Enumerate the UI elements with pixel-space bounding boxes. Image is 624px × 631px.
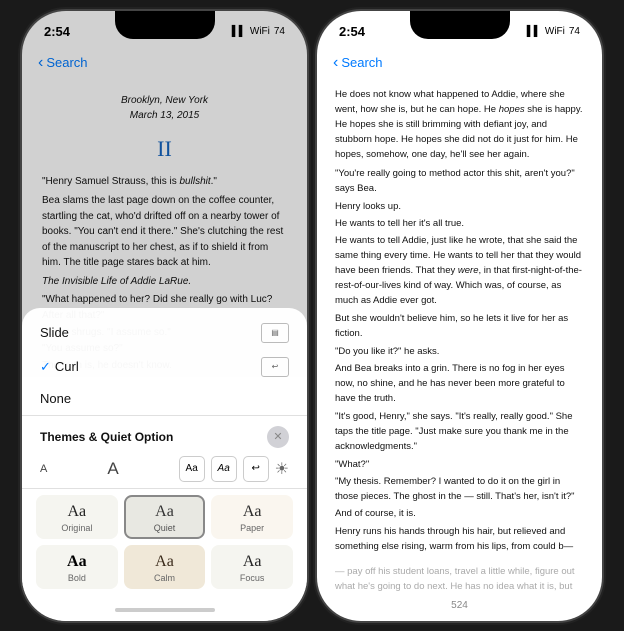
theme-quiet-card[interactable]: Aa Quiet — [124, 495, 206, 539]
right-para-7: "Do you like it?" he asks. — [335, 344, 584, 359]
right-phone: 2:54 ▌▌ WiFi 74 ‹ Search He does not kno… — [317, 11, 602, 621]
para-2: Bea slams the last page down on the coff… — [42, 193, 287, 271]
curl-label: Curl — [55, 359, 261, 374]
back-button-left[interactable]: ‹ Search — [38, 54, 88, 72]
back-arrow-icon: ‹ — [38, 54, 43, 72]
status-icons-right: ▌▌ WiFi 74 — [527, 26, 580, 37]
transition-slide[interactable]: Slide ▤ — [22, 316, 307, 350]
time-left: 2:54 — [44, 24, 70, 39]
theme-focus-aa: Aa — [243, 553, 262, 571]
para-3: The Invisible Life of Addie LaRue. — [42, 274, 287, 290]
theme-paper-aa: Aa — [243, 503, 262, 521]
curl-icon: ↩ — [261, 357, 289, 377]
transition-menu: Slide ▤ ✓ Curl ↩ None — [22, 308, 307, 416]
check-icon: ✓ — [40, 359, 51, 375]
font-type-icon-1[interactable]: Aa — [179, 456, 205, 482]
right-para-4: He wants to tell her it's all true. — [335, 216, 584, 231]
theme-original-card[interactable]: Aa Original — [36, 495, 118, 539]
themes-header: Themes & Quiet Option ✕ — [22, 422, 307, 452]
themes-label: Themes & Quiet Option — [40, 430, 173, 444]
battery-icon: 74 — [274, 26, 285, 37]
back-button-right[interactable]: ‹ Search — [333, 54, 383, 72]
theme-bold-aa: Aa — [67, 553, 87, 571]
book-header: Brooklyn, New York March 13, 2015 — [42, 93, 287, 123]
theme-original-name: Original — [61, 523, 92, 533]
theme-paper-name: Paper — [240, 523, 264, 533]
home-indicator-left — [22, 599, 307, 621]
slide-label: Slide — [40, 325, 261, 340]
location-line1: Brooklyn, New York — [42, 93, 287, 108]
theme-focus-card[interactable]: Aa Focus — [211, 545, 293, 589]
overlay-panel: Slide ▤ ✓ Curl ↩ None Themes & Quiet Opt… — [22, 308, 307, 621]
para-1: "Henry Samuel Strauss, this is bullshit.… — [42, 174, 287, 190]
chapter-number: II — [42, 131, 287, 166]
theme-focus-name: Focus — [240, 573, 265, 583]
theme-grid: Aa Original Aa Quiet Aa Paper — [22, 489, 307, 599]
status-bar-right: 2:54 ▌▌ WiFi 74 — [317, 11, 602, 47]
right-para-13: Henry runs his hands through his hair, b… — [335, 524, 584, 554]
battery-icon-right: 74 — [569, 26, 580, 37]
font-type-icon-2[interactable]: Aa — [211, 456, 237, 482]
right-para-10: "What?" — [335, 457, 584, 472]
right-para-9: "It's good, Henry," she says. "It's real… — [335, 409, 584, 454]
nav-bar-left[interactable]: ‹ Search — [22, 47, 307, 83]
theme-original-aa: Aa — [68, 503, 87, 521]
right-para-3: Henry looks up. — [335, 199, 584, 214]
wifi-icon-right: WiFi — [545, 26, 565, 37]
right-faded-1: — pay off his student loans, travel a li… — [335, 564, 584, 597]
time-right: 2:54 — [339, 24, 365, 39]
right-para-12: And of course, it is. — [335, 506, 584, 521]
right-para-2: "You're really going to method actor thi… — [335, 166, 584, 196]
book-content-right: He does not know what happened to Addie,… — [317, 83, 602, 597]
right-para-8: And Bea breaks into a grin. There is no … — [335, 361, 584, 406]
left-phone: 2:54 ▌▌ WiFi 74 ‹ Search Brooklyn, New Y… — [22, 11, 307, 621]
right-para-11: "My thesis. Remember? I wanted to do it … — [335, 474, 584, 504]
theme-calm-name: Calm — [154, 573, 175, 583]
wifi-icon: WiFi — [250, 26, 270, 37]
page-number: 524 — [317, 597, 602, 614]
status-icons-left: ▌▌ WiFi 74 — [232, 26, 285, 37]
right-para-5: He wants to tell Addie, just like he wro… — [335, 233, 584, 308]
back-arrow-icon-right: ‹ — [333, 54, 338, 72]
right-para-6: But she wouldn't believe him, so he lets… — [335, 311, 584, 341]
home-bar-left — [115, 608, 215, 612]
font-small-label: A — [40, 463, 47, 475]
phones-container: 2:54 ▌▌ WiFi 74 ‹ Search Brooklyn, New Y… — [22, 11, 602, 621]
font-controls-row: A A Aa Aa ↩ ☀ — [22, 452, 307, 489]
themes-section: Themes & Quiet Option ✕ A A Aa Aa ↩ ☀ — [22, 416, 307, 599]
theme-bold-card[interactable]: Aa Bold — [36, 545, 118, 589]
theme-bold-name: Bold — [68, 573, 86, 583]
transition-curl[interactable]: ✓ Curl ↩ — [22, 350, 307, 384]
brightness-icon[interactable]: ☀ — [275, 459, 289, 479]
slide-icon: ▤ — [261, 323, 289, 343]
right-para-1: He does not know what happened to Addie,… — [335, 87, 584, 162]
font-large-label: A — [107, 459, 118, 479]
back-label-right: Search — [341, 55, 382, 70]
font-type-icon-3[interactable]: ↩ — [243, 456, 269, 482]
theme-paper-card[interactable]: Aa Paper — [211, 495, 293, 539]
font-icon-group: Aa Aa ↩ ☀ — [179, 456, 289, 482]
nav-bar-right[interactable]: ‹ Search — [317, 47, 602, 83]
location-line2: March 13, 2015 — [42, 108, 287, 123]
theme-calm-card[interactable]: Aa Calm — [124, 545, 206, 589]
status-bar-left: 2:54 ▌▌ WiFi 74 — [22, 11, 307, 47]
back-label-left: Search — [46, 55, 87, 70]
home-indicator-right — [317, 614, 602, 621]
none-label: None — [40, 391, 289, 406]
theme-quiet-aa: Aa — [155, 503, 174, 521]
close-button[interactable]: ✕ — [267, 426, 289, 448]
signal-icon: ▌▌ — [232, 26, 246, 37]
transition-none[interactable]: None — [22, 384, 307, 413]
theme-calm-aa: Aa — [155, 553, 174, 571]
theme-quiet-name: Quiet — [154, 523, 176, 533]
signal-icon-right: ▌▌ — [527, 26, 541, 37]
